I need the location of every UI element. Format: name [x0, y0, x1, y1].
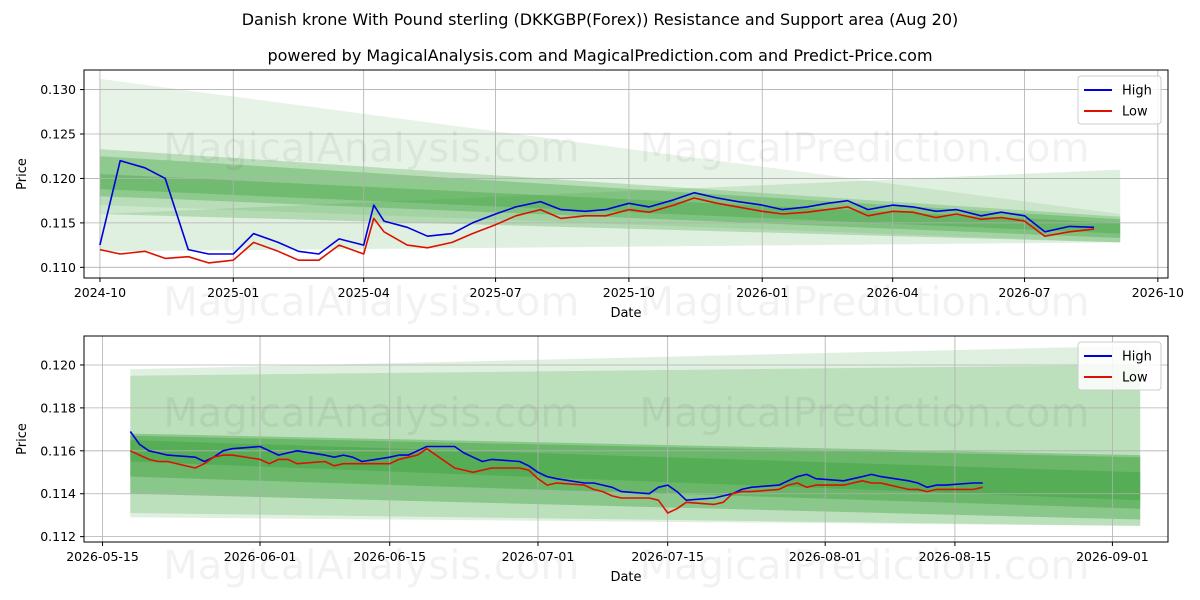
legend-label-low: Low [1122, 371, 1148, 386]
x-tick-label: 2026-10 [1132, 285, 1184, 300]
legend-label-low: Low [1122, 105, 1148, 120]
x-tick-label: 2026-06-15 [353, 549, 426, 564]
plot-panel-2: MagicalAnalysis.comMagicalAnalysis.comMa… [15, 335, 1169, 589]
y-tick-label: 0.114 [40, 486, 76, 501]
legend-label-high: High [1122, 350, 1152, 365]
y-tick-label: 0.110 [40, 260, 76, 275]
plot-panel-1: MagicalAnalysis.comMagicalAnalysis.comMa… [15, 69, 1184, 325]
x-tick-label: 2026-07-15 [631, 549, 704, 564]
y-tick-label: 0.125 [40, 127, 76, 142]
x-tick-label: 2026-08-15 [919, 549, 992, 564]
x-axis-label: Date [610, 570, 641, 585]
y-tick-label: 0.130 [40, 82, 76, 97]
x-tick-label: 2026-07 [998, 285, 1050, 300]
chart-canvas: MagicalAnalysis.com MagicalAnalysis.com Ma… [15, 69, 1184, 589]
legend: High Low [1077, 341, 1162, 391]
y-axis-label: Price [15, 158, 30, 190]
x-tick-label: 2026-09-01 [1076, 549, 1149, 564]
x-tick-label: 2024-10 [74, 285, 126, 300]
y-tick-label: 0.112 [40, 529, 76, 544]
watermark-text: MagicalPrediction.com [639, 391, 1089, 437]
x-tick-label: 2026-01 [736, 285, 788, 300]
x-tick-label: 2025-10 [603, 285, 655, 300]
legend: High Low [1077, 75, 1162, 125]
watermark-text: MagicalPrediction.com [639, 543, 1089, 589]
watermark-text: MagicalPrediction.com [639, 126, 1089, 172]
x-axis-label: Date [610, 306, 641, 321]
y-tick-label: 0.120 [40, 171, 76, 186]
x-tick-label: 2026-06-01 [224, 549, 297, 564]
legend-label-high: High [1122, 84, 1152, 99]
x-tick-label: 2025-07 [469, 285, 521, 300]
x-tick-label: 2026-08-01 [789, 549, 862, 564]
x-tick-label: 2025-01 [207, 285, 259, 300]
x-tick-label: 2026-07-01 [502, 549, 575, 564]
chart-figure: Danish krone With Pound sterling (DKKGBP… [0, 0, 1200, 600]
y-tick-label: 0.118 [40, 400, 76, 415]
y-tick-label: 0.116 [40, 443, 76, 458]
x-tick-label: 2026-04 [867, 285, 919, 300]
y-axis-label: Price [15, 423, 30, 455]
watermark-text: MagicalAnalysis.com [163, 391, 579, 437]
y-tick-label: 0.115 [40, 215, 76, 230]
x-tick-label: 2026-05-15 [66, 549, 139, 564]
watermark-text: MagicalAnalysis.com [163, 126, 579, 172]
x-tick-label: 2025-04 [338, 285, 390, 300]
y-tick-label: 0.120 [40, 357, 76, 372]
